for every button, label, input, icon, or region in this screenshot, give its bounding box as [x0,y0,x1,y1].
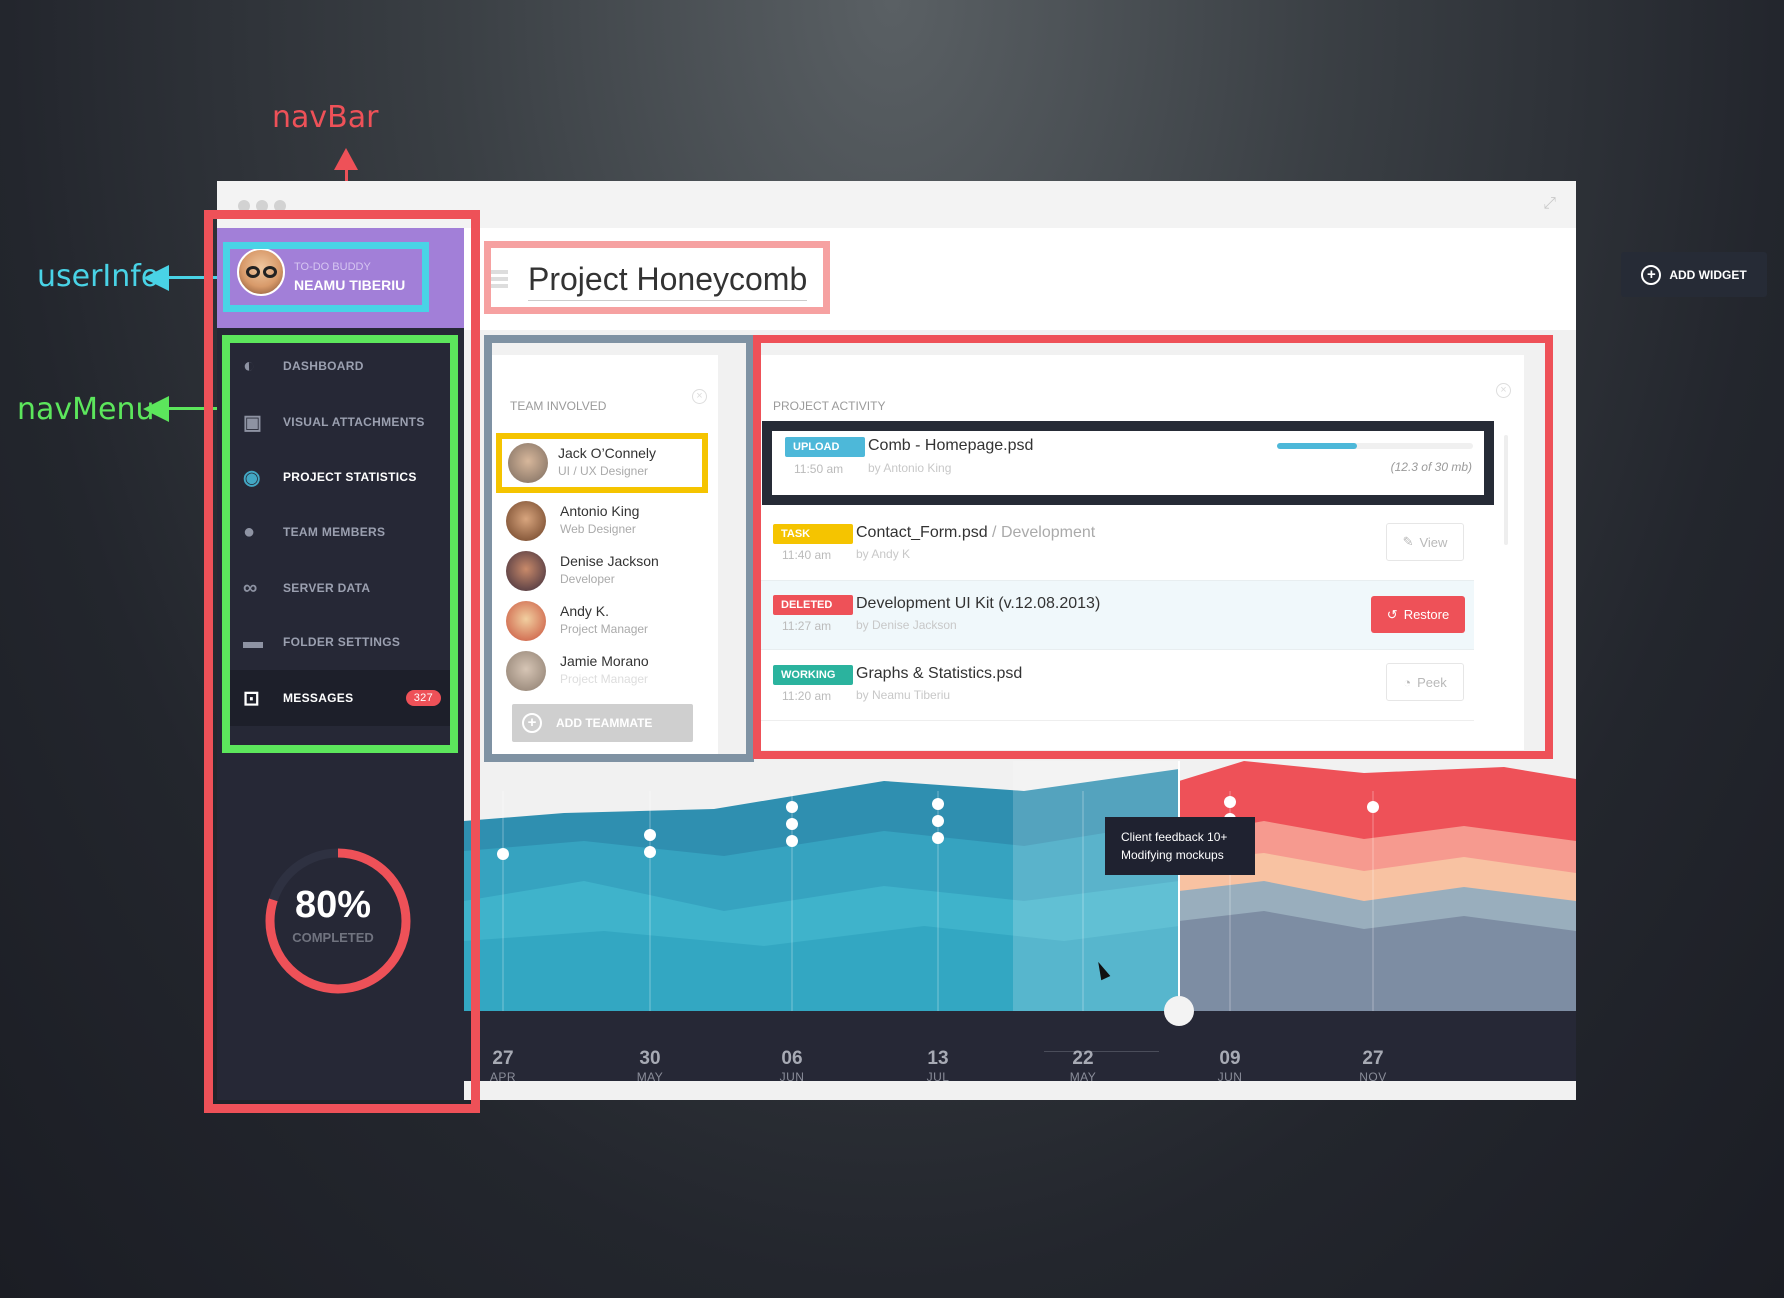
timeline-point[interactable] [644,846,656,858]
tick-month: MAY [1069,1070,1097,1084]
timeline-handle[interactable] [1164,996,1194,1026]
header-highlight [484,241,830,314]
expand-icon[interactable]: ⤢ [1543,195,1556,213]
tick-day: 06 [781,1048,803,1069]
timeline-tick[interactable]: 27 NOV [1333,1048,1413,1084]
timeline-highlight [1013,761,1179,1011]
plus-circle-icon: + [1641,264,1662,285]
timeline-point[interactable] [932,815,944,827]
timeline-point[interactable] [1367,801,1379,813]
tick-day: 09 [1219,1048,1241,1069]
navmenu-callout: navMenu [17,392,155,427]
timeline-point[interactable] [1224,796,1236,808]
timeline-point[interactable] [786,818,798,830]
timeline-tooltip: Client feedback 10+ Modifying mockups [1105,817,1255,875]
tick-day: 27 [1362,1048,1384,1069]
timeline-area-future [1179,761,1576,1011]
tick-day: 30 [639,1048,661,1069]
timeline-point[interactable] [644,829,656,841]
userinfo-callout: userInfo [37,259,160,294]
timeline-tick[interactable]: 30 MAY [610,1048,690,1084]
timeline-tick[interactable]: 06 JUN [752,1048,832,1084]
team-card-highlight [484,335,754,762]
add-widget-button[interactable]: + ADD WIDGET [1621,252,1767,297]
tick-day: 13 [927,1048,949,1069]
timeline-tick[interactable]: 22 MAY [1043,1048,1123,1084]
timeline-point[interactable] [932,832,944,844]
tick-month: MAY [636,1070,664,1084]
tick-month: JUL [926,1070,950,1084]
tick-month: JUN [1217,1070,1243,1084]
timeline-point[interactable] [932,798,944,810]
timeline-point[interactable] [497,848,509,860]
timeline-tick[interactable]: 09 JUN [1190,1048,1270,1084]
userinfo-highlight [223,242,429,312]
timeline-tick[interactable]: 13 JUL [898,1048,978,1084]
tick-month: NOV [1359,1070,1387,1084]
timeline-point[interactable] [786,801,798,813]
timeline-point[interactable] [786,835,798,847]
tick-day: 22 [1072,1048,1094,1069]
tick-month: JUN [779,1070,805,1084]
activity-card-highlight [753,335,1553,759]
tooltip-line: Client feedback 10+ [1121,830,1228,844]
navmenu-highlight [222,335,458,753]
add-widget-label: ADD WIDGET [1669,267,1747,282]
tooltip-line: Modifying mockups [1121,848,1224,862]
navbar-callout-arrow [334,148,358,170]
navbar-callout: navBar [272,100,379,135]
timeline-area-past [464,761,1179,1011]
